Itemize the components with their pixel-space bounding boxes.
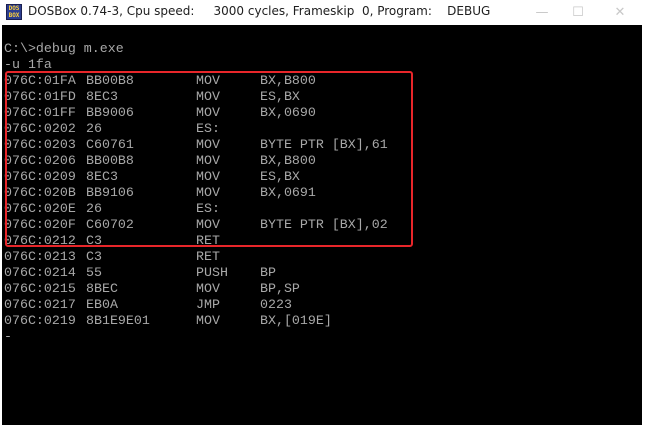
row-operands: 0223 [260,297,292,312]
dosbox-window: DOS BOX DOSBox 0.74-3, Cpu speed: 3000 c… [0,0,646,429]
row-machine-code: 8BEC [86,281,118,296]
row-address: 076C:0217 [4,297,76,312]
row-mnemonic: RET [196,249,220,264]
row-machine-code: EB0A [86,297,118,312]
close-button[interactable]: ✕ [600,0,640,25]
command-line: C:\>debug m.exe [4,41,124,56]
row-machine-code: 8B1E9E01 [86,313,150,328]
row-mnemonic: MOV [196,281,220,296]
row-address: 076C:0213 [4,249,76,264]
debug-prompt: - [4,329,12,344]
disasm-row: 076C:0213 C3 RET [4,249,220,265]
disasm-row: 076C:0217 EB0A JMP 0223 [4,297,292,313]
row-mnemonic: MOV [196,313,220,328]
dos-terminal[interactable]: C:\>debug m.exe -u 1fa 076C:01FA BB00B8 … [2,25,642,425]
row-operands: BX,[019E] [260,313,332,328]
title-bar[interactable]: DOS BOX DOSBox 0.74-3, Cpu speed: 3000 c… [0,0,646,25]
row-mnemonic: PUSH [196,265,228,280]
dosbox-app-icon[interactable]: DOS BOX [6,4,22,20]
disasm-row: 076C:0215 8BEC MOV BP,SP [4,281,300,297]
row-address: 076C:0215 [4,281,76,296]
row-machine-code: 55 [86,265,102,280]
row-mnemonic: JMP [196,297,220,312]
minimize-button[interactable]: — [522,0,562,25]
row-address: 076C:0214 [4,265,76,280]
row-operands: BP [260,265,276,280]
disasm-row: 076C:0219 8B1E9E01 MOV BX,[019E] [4,313,332,329]
disasm-row: 076C:0214 55 PUSH BP [4,265,276,281]
row-operands: BP,SP [260,281,300,296]
red-highlight-box [5,71,413,247]
row-address: 076C:0219 [4,313,76,328]
row-machine-code: C3 [86,249,102,264]
window-title: DOSBox 0.74-3, Cpu speed: 3000 cycles, F… [28,4,491,18]
maximize-button[interactable]: ☐ [558,0,598,25]
